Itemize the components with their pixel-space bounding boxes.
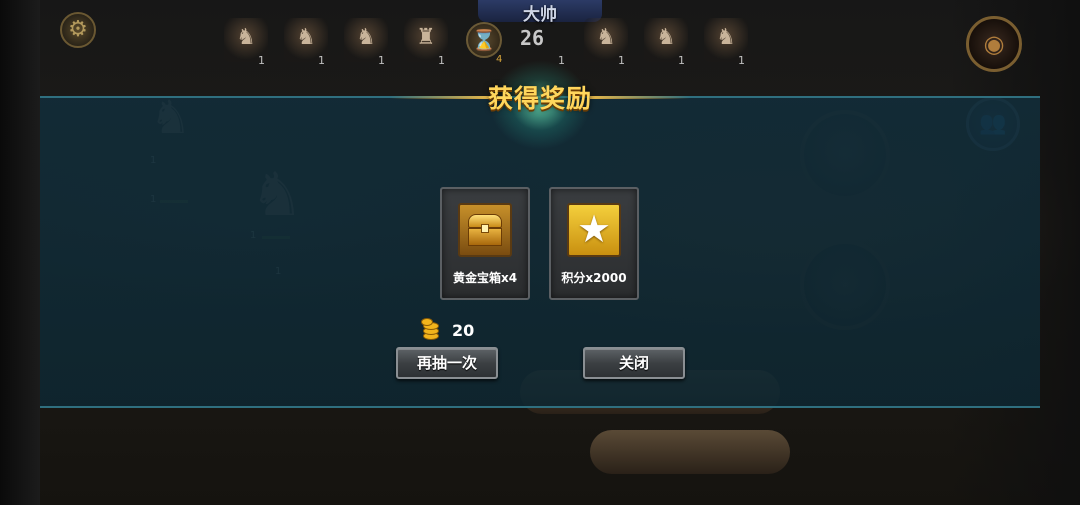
unit-slot-count: 1 — [438, 54, 445, 67]
gold-coin-icon — [420, 318, 442, 342]
chest-lock — [481, 224, 489, 233]
cavalry-icon: ♞ — [656, 25, 676, 50]
reward-title: 获得奖励 — [487, 84, 592, 113]
cavalry-icon: ♞ — [236, 25, 256, 50]
cavalry-icon: ♞ — [596, 25, 616, 50]
cavalry-icon: ♞ — [716, 25, 736, 50]
cavalry-icon: ♞ — [356, 25, 376, 50]
settings-gear-button[interactable]: ⚙ — [60, 12, 96, 48]
cavalry-icon: ♞ — [296, 25, 316, 50]
gear-icon: ⚙ — [68, 17, 88, 42]
treasure-chest-icon — [458, 203, 512, 257]
unit-slot-count: 1 — [378, 54, 385, 67]
turn-timer: 26 — [520, 26, 545, 50]
hourglass-icon: ⌛ — [466, 22, 502, 58]
unit-slot-count: 1 — [738, 54, 745, 67]
rank-title: 大帅 — [478, 0, 602, 25]
close-button[interactable]: 关闭 — [583, 347, 685, 379]
unit-slot-count: 1 — [258, 54, 265, 67]
soldier-icon: ♜ — [416, 25, 436, 50]
unit-slot-count: 1 — [618, 54, 625, 67]
compass-map-button[interactable]: ◉ — [966, 16, 1022, 72]
draw-again-button[interactable]: 再抽一次 — [396, 347, 498, 379]
compass-icon: ◉ — [983, 30, 1005, 58]
left-frame — [0, 0, 40, 505]
cannon-decoration — [590, 430, 790, 474]
unit-slot-count: 1 — [318, 54, 325, 67]
star-icon: ★ — [567, 203, 621, 257]
reward-item-points[interactable]: ★ 积分x2000 — [549, 187, 639, 300]
reward-item-label: 黄金宝箱x4 — [452, 271, 518, 285]
unit-slot-count: 1 — [678, 54, 685, 67]
reward-item-label: 积分x2000 — [561, 271, 627, 285]
reward-item-gold-chest[interactable]: 黄金宝箱x4 — [440, 187, 530, 300]
cost-value: 20 — [452, 321, 475, 340]
